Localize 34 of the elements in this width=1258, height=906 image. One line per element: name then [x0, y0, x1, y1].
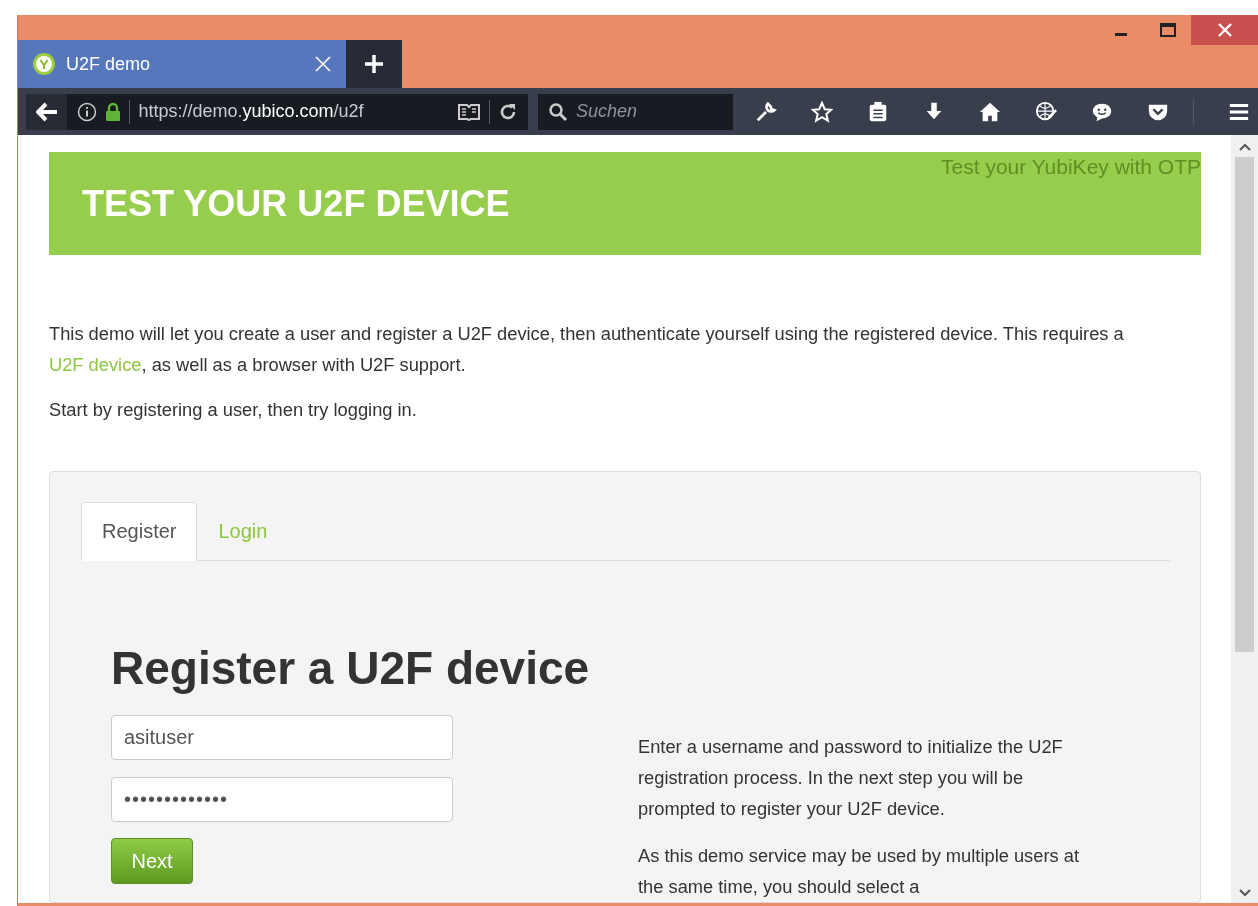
- scroll-up-icon[interactable]: [1238, 143, 1251, 151]
- instruction-text: Start by registering a user, then try logging in.: [49, 398, 418, 422]
- lock-icon[interactable]: [105, 101, 122, 122]
- scroll-down-icon[interactable]: [1238, 889, 1251, 897]
- home-icon[interactable]: [979, 100, 1001, 123]
- help-paragraph: Enter a username and password to initialize the U2F registration process. In the next step you will be prompted to register your U2F device.: [638, 735, 1064, 821]
- back-button[interactable]: [26, 93, 68, 130]
- minimize-icon: [1114, 33, 1127, 36]
- star-icon[interactable]: [811, 100, 833, 123]
- username-field[interactable]: asituser: [111, 715, 453, 760]
- plus-icon: [364, 54, 384, 74]
- maximize-icon: [1159, 23, 1176, 37]
- intro-paragraph: This demo will let you create a user and register a U2F device, then authenticate yourself using the registered device. This requires a U2F device, as well as a browser with U2F support.: [49, 322, 1125, 377]
- globe-pencil-icon[interactable]: [1035, 100, 1057, 123]
- help-paragraph: As this demo service may be used by multiple users at the same time, you should select a: [638, 844, 1080, 899]
- close-button[interactable]: [1191, 15, 1258, 45]
- form-tab[interactable]: Register: [81, 502, 198, 561]
- banner-title: TEST YOUR U2F DEVICE: [82, 182, 510, 225]
- reader-view-icon[interactable]: [457, 101, 481, 122]
- search-field[interactable]: Suchen: [538, 93, 733, 130]
- scrollbar[interactable]: [1231, 135, 1258, 903]
- back-arrow-icon: [35, 101, 58, 122]
- search-icon[interactable]: [548, 101, 568, 122]
- password-field[interactable]: •••••••••••••: [111, 777, 453, 822]
- browser-tab[interactable]: U2F demo: [18, 40, 346, 88]
- close-icon[interactable]: [314, 55, 332, 73]
- form-heading: Register a U2F device: [111, 643, 591, 693]
- close-icon: [1217, 23, 1232, 37]
- clipboard-list-icon[interactable]: [867, 100, 889, 123]
- info-icon[interactable]: [77, 101, 98, 122]
- new-tab-button[interactable]: [346, 40, 402, 88]
- site-logo-icon: [32, 52, 56, 76]
- reload-icon[interactable]: [498, 101, 518, 122]
- next-button[interactable]: Next: [111, 838, 193, 884]
